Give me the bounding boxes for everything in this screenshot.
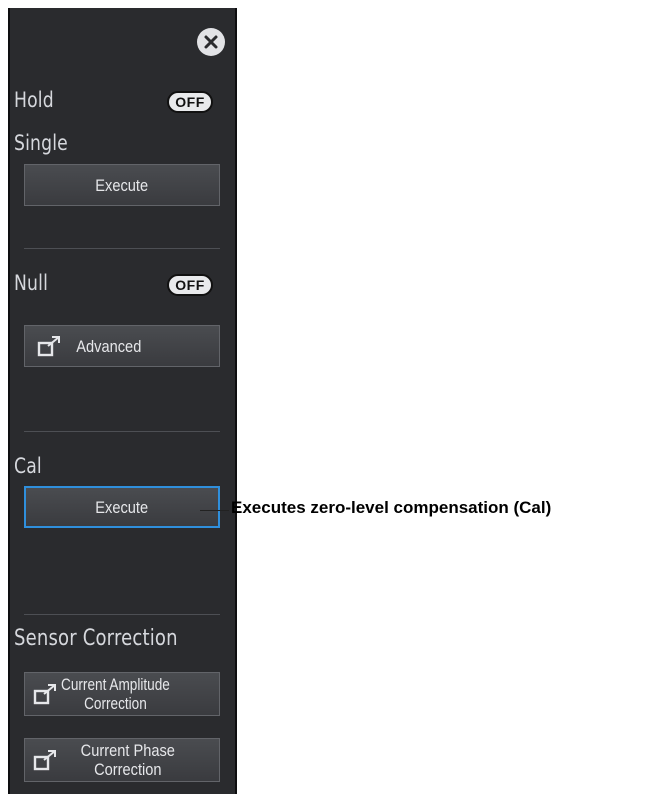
phase-line2: Correction	[94, 760, 162, 779]
close-icon	[204, 35, 218, 49]
callout-text: Executes zero-level compensation (Cal)	[231, 498, 552, 517]
null-toggle[interactable]: OFF	[167, 274, 213, 296]
amplitude-line1: Current Amplitude	[61, 675, 170, 694]
sensor-correction-label: Sensor Correction	[14, 626, 178, 651]
hold-label: Hold	[14, 88, 54, 112]
side-menu-panel: Hold OFF Single Execute Null OFF Advance…	[8, 8, 237, 794]
divider	[24, 431, 220, 432]
callout-line	[200, 510, 222, 511]
current-amplitude-correction-button[interactable]: Current Amplitude Correction	[24, 672, 220, 716]
single-label: Single	[14, 131, 68, 155]
callout-line	[222, 510, 229, 511]
external-link-icon	[33, 750, 56, 771]
external-link-icon	[37, 336, 60, 357]
cal-execute-button[interactable]: Execute	[24, 486, 220, 528]
advanced-button[interactable]: Advanced	[24, 325, 220, 367]
divider	[24, 248, 220, 249]
advanced-label: Advanced	[76, 336, 142, 356]
divider	[24, 614, 220, 615]
cal-label: Cal	[14, 454, 42, 478]
amplitude-line2: Correction	[84, 694, 147, 713]
null-label: Null	[14, 271, 49, 295]
single-execute-label: Execute	[95, 175, 149, 195]
close-button[interactable]	[197, 28, 225, 56]
cal-execute-label: Execute	[95, 497, 149, 517]
single-execute-button[interactable]: Execute	[24, 164, 220, 206]
current-phase-correction-button[interactable]: Current Phase Correction	[24, 738, 220, 782]
phase-line1: Current Phase	[80, 741, 175, 760]
hold-toggle[interactable]: OFF	[167, 91, 213, 113]
external-link-icon	[33, 684, 56, 705]
